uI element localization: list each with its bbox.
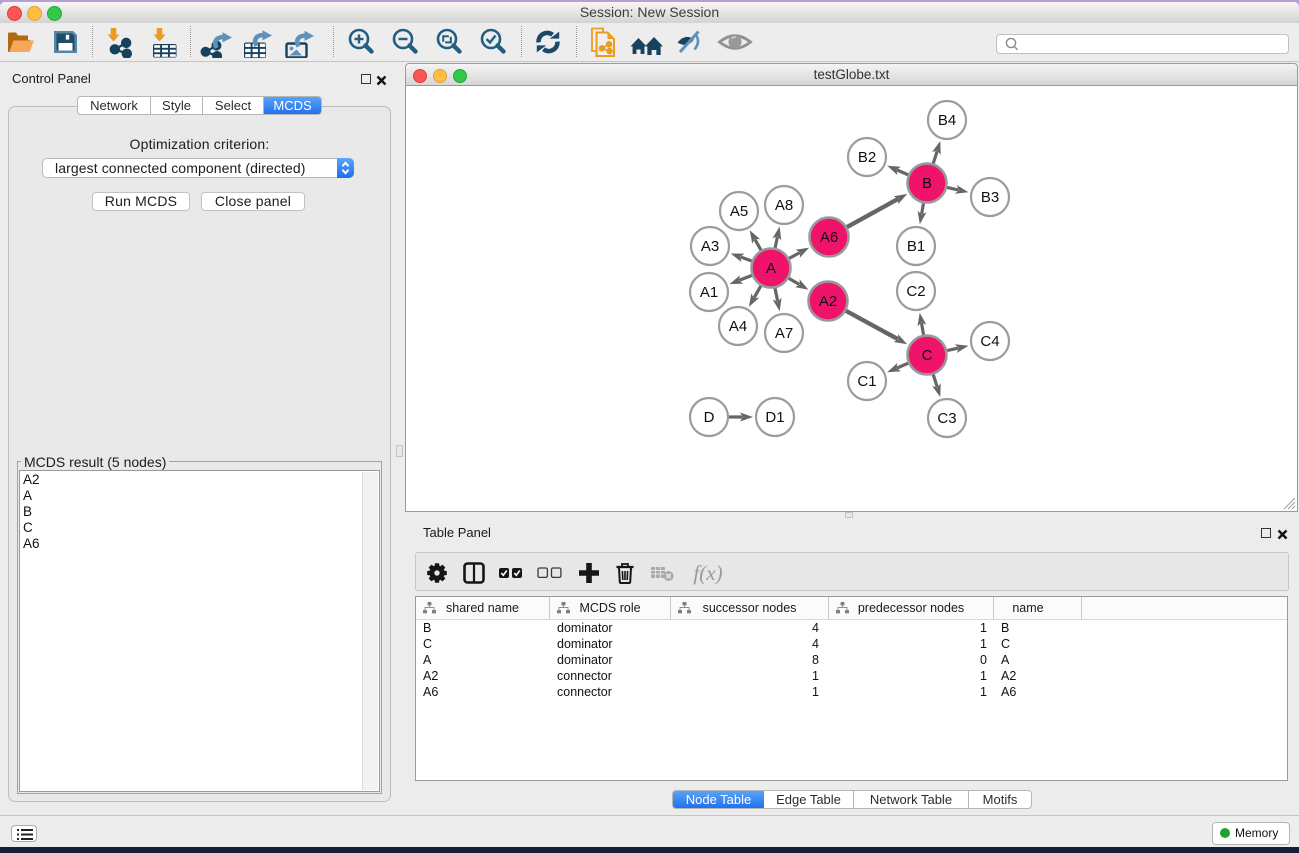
svg-text:C3: C3 <box>937 410 956 427</box>
svg-text:C2: C2 <box>906 283 925 300</box>
svg-text:A7: A7 <box>775 325 793 342</box>
svg-text:B4: B4 <box>938 112 956 129</box>
svg-text:B: B <box>922 175 932 192</box>
svg-text:C4: C4 <box>980 333 999 350</box>
svg-text:B2: B2 <box>858 149 876 166</box>
svg-text:A1: A1 <box>700 284 718 301</box>
svg-text:A3: A3 <box>701 238 719 255</box>
svg-text:C1: C1 <box>857 373 876 390</box>
svg-text:A6: A6 <box>820 229 838 246</box>
svg-text:A2: A2 <box>819 293 837 310</box>
svg-text:B3: B3 <box>981 189 999 206</box>
svg-text:A5: A5 <box>730 203 748 220</box>
svg-text:A4: A4 <box>729 318 747 335</box>
svg-text:D: D <box>704 409 715 426</box>
svg-text:D1: D1 <box>765 409 784 426</box>
svg-text:A: A <box>766 260 776 277</box>
svg-text:A8: A8 <box>775 197 793 214</box>
svg-text:B1: B1 <box>907 238 925 255</box>
svg-text:C: C <box>922 347 933 364</box>
